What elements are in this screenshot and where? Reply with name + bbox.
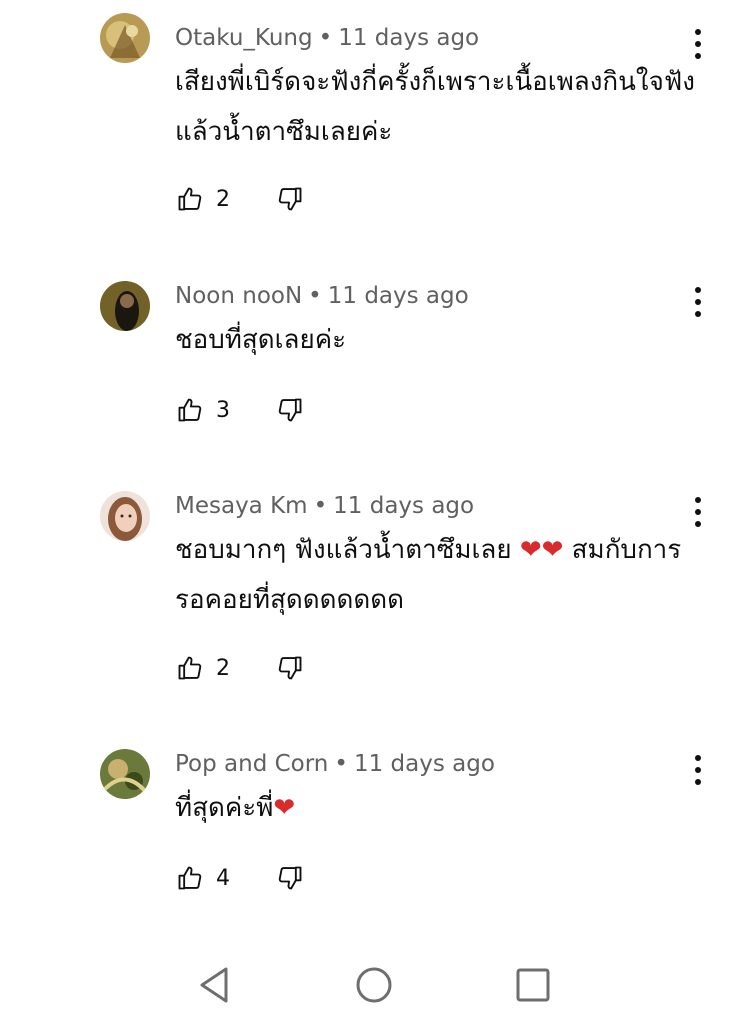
thumbs-up-icon bbox=[178, 866, 202, 890]
avatar[interactable] bbox=[100, 749, 150, 799]
comment-author[interactable]: Otaku_Kung bbox=[175, 25, 313, 51]
avatar[interactable] bbox=[100, 13, 150, 63]
avatar[interactable] bbox=[100, 281, 150, 331]
comment-author[interactable]: Mesaya Km bbox=[175, 493, 308, 519]
comment-text-content: เสียงพี่เบิร์ดจะฟังกี่ครั้งก็เพราะเนื้อเ… bbox=[175, 67, 695, 147]
back-triangle-icon[interactable] bbox=[192, 963, 236, 1007]
comment-text: ชอบมากๆ ฟังแล้วน้ำตาซึมเลย ❤❤ สมกับการรอ… bbox=[175, 525, 705, 625]
more-vert-icon[interactable] bbox=[686, 27, 710, 61]
more-vert-icon[interactable] bbox=[686, 495, 710, 529]
more-vert-icon[interactable] bbox=[686, 753, 710, 787]
comment-meta: Mesaya Km • 11 days ago bbox=[175, 491, 474, 521]
heart-emoji: ❤❤ bbox=[519, 535, 564, 565]
comment-text-content: ชอบมากๆ ฟังแล้วน้ำตาซึมเลย bbox=[175, 535, 520, 565]
comment-time[interactable]: 11 days ago bbox=[328, 283, 469, 309]
like-count: 2 bbox=[216, 186, 230, 212]
comment-time[interactable]: 11 days ago bbox=[338, 25, 479, 51]
comment-text: ที่สุดค่ะพี่❤ bbox=[175, 783, 705, 833]
comment-meta: Noon nooN • 11 days ago bbox=[175, 281, 469, 311]
comment-text-content: ที่สุดค่ะพี่ bbox=[175, 793, 274, 823]
home-circle-icon[interactable] bbox=[352, 963, 396, 1007]
thumbs-down-icon bbox=[278, 866, 302, 890]
comment-actions: 2 bbox=[176, 653, 304, 683]
comment-text: ชอบที่สุดเลยค่ะ bbox=[175, 315, 705, 365]
thumbs-up-icon bbox=[178, 656, 202, 680]
system-navigation-bar bbox=[0, 945, 749, 1024]
recents-square-icon[interactable] bbox=[511, 963, 555, 1007]
comment-text-content: ชอบที่สุดเลยค่ะ bbox=[175, 325, 347, 355]
like-count: 4 bbox=[216, 865, 230, 891]
thumbs-up-icon bbox=[178, 398, 202, 422]
comment-meta: Otaku_Kung • 11 days ago bbox=[175, 23, 479, 53]
comment-text: เสียงพี่เบิร์ดจะฟังกี่ครั้งก็เพราะเนื้อเ… bbox=[175, 57, 705, 157]
comment-author[interactable]: Pop and Corn bbox=[175, 751, 328, 777]
like-count: 2 bbox=[216, 655, 230, 681]
like-button[interactable]: 2 bbox=[176, 185, 276, 213]
separator: • bbox=[308, 283, 322, 309]
comment-actions: 2 bbox=[176, 184, 304, 214]
comment-time[interactable]: 11 days ago bbox=[333, 493, 474, 519]
dislike-button[interactable] bbox=[276, 864, 304, 892]
comment-author[interactable]: Noon nooN bbox=[175, 283, 302, 309]
comment-actions: 4 bbox=[176, 863, 304, 893]
like-button[interactable]: 3 bbox=[176, 396, 276, 424]
avatar[interactable] bbox=[100, 491, 150, 541]
more-vert-icon[interactable] bbox=[686, 285, 710, 319]
dislike-button[interactable] bbox=[276, 396, 304, 424]
comment-meta: Pop and Corn • 11 days ago bbox=[175, 749, 495, 779]
comment-actions: 3 bbox=[176, 395, 304, 425]
like-count: 3 bbox=[216, 397, 230, 423]
dislike-button[interactable] bbox=[276, 654, 304, 682]
thumbs-up-icon bbox=[178, 187, 202, 211]
thumbs-down-icon bbox=[278, 656, 302, 680]
like-button[interactable]: 4 bbox=[176, 864, 276, 892]
dislike-button[interactable] bbox=[276, 185, 304, 213]
separator: • bbox=[318, 25, 333, 51]
heart-emoji: ❤ bbox=[273, 793, 296, 823]
thumbs-down-icon bbox=[278, 187, 302, 211]
separator: • bbox=[313, 493, 328, 519]
comment-time[interactable]: 11 days ago bbox=[354, 751, 495, 777]
separator: • bbox=[334, 751, 348, 777]
thumbs-down-icon bbox=[278, 398, 302, 422]
like-button[interactable]: 2 bbox=[176, 654, 276, 682]
